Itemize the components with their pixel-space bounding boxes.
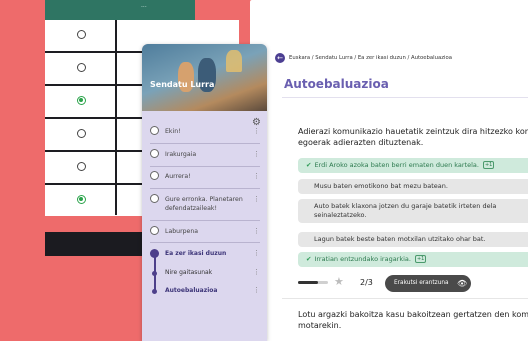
sidebar-item-ea-zer-ikasi-duzun[interactable]: Ea zer ikasi duzun xyxy=(165,250,226,257)
answer-option-text: Musu baten emotikono bat mezu batean. xyxy=(314,182,448,190)
radio-button[interactable] xyxy=(77,96,86,105)
question-1-line1: Adierazi komunikazio hauetatik zeintzuk … xyxy=(298,127,528,136)
radio-button[interactable] xyxy=(77,162,86,171)
page-title: Autoebaluazioa xyxy=(284,77,389,91)
question-2-line1: Lotu argazki bakoitza kasu bakoitzean ge… xyxy=(298,310,528,319)
answer-option-text: Lagun batek beste baten motxilan utzitak… xyxy=(314,235,486,243)
unit-banner-image: Sendatu Lurra xyxy=(142,44,267,111)
status-circle-icon xyxy=(150,171,159,180)
score-text: 2/3 xyxy=(360,278,373,287)
unit-title: Sendatu Lurra xyxy=(150,80,215,89)
show-answer-label: Erakutsi erantzuna xyxy=(394,280,449,286)
score-progress-fill xyxy=(298,281,319,284)
divider xyxy=(150,242,260,243)
answer-option-text: Irratian entzundako iragarkia. xyxy=(314,255,411,263)
more-icon[interactable]: ⋮ xyxy=(253,249,260,257)
question-2: Lotu argazki bakoitza kasu bakoitzean ge… xyxy=(298,309,528,331)
divider xyxy=(150,188,260,189)
active-dot-icon xyxy=(150,249,159,258)
table-header-strip: ... xyxy=(45,0,195,20)
radio-button[interactable] xyxy=(77,129,86,138)
more-icon[interactable]: ⋮ xyxy=(253,268,260,276)
more-icon[interactable]: ⋮ xyxy=(253,127,260,135)
question-2-line2: motarekin. xyxy=(298,321,342,330)
sidebar-subitem-nire-gaitasunak[interactable]: Nire gaitasunak xyxy=(165,269,212,276)
radio-button[interactable] xyxy=(77,63,86,72)
sidebar-item-label: Ekin! xyxy=(165,128,181,135)
more-icon[interactable]: ⋮ xyxy=(253,195,260,203)
question-1-line2: egoerak adierazten dituztenak. xyxy=(298,138,424,147)
points-badge: +1 xyxy=(414,255,427,263)
answer-option-text: Erdi Aroko azoka baten berri ematen duen… xyxy=(314,161,479,169)
sidebar-item-label: Laburpena xyxy=(165,228,199,235)
sidebar-item-label: Gure erronka. Planetaren defendatzaileak… xyxy=(165,196,243,212)
answer-option-4[interactable]: Lagun batek beste baten motxilan utzitak… xyxy=(298,232,528,247)
status-circle-icon xyxy=(150,126,159,135)
column-divider xyxy=(115,20,117,215)
star-icon: ★ xyxy=(334,275,344,288)
step-dot-icon xyxy=(152,271,157,276)
sidebar-active-section: Ea zer ikasi duzun ⋮ Nire gaitasunak ⋮ A… xyxy=(150,249,260,301)
question-1: Adierazi komunikazio hauetatik zeintzuk … xyxy=(298,126,528,148)
answer-option-text-line1: Auto batek klaxona jotzen du garaje bate… xyxy=(314,202,497,210)
answer-option-text-line2: seinaleztatzeko. xyxy=(314,211,367,219)
status-circle-icon xyxy=(150,149,159,158)
answer-option-5[interactable]: ✔ Irratian entzundako iragarkia. +1 xyxy=(298,252,528,267)
divider xyxy=(150,220,260,221)
breadcrumb: Euskara / Sendatu Lurra / Ea zer ikasi d… xyxy=(289,55,452,61)
check-icon: ✔ xyxy=(306,161,312,169)
table-header-text: ... xyxy=(141,2,147,9)
more-icon[interactable]: ⋮ xyxy=(253,172,260,180)
check-icon: ✔ xyxy=(306,255,312,263)
divider xyxy=(150,143,260,144)
radio-button[interactable] xyxy=(77,30,86,39)
sidebar-item-label: Irakurgaia xyxy=(165,151,197,158)
more-icon[interactable]: ⋮ xyxy=(253,150,260,158)
banner-lamp-shape xyxy=(226,50,242,72)
answer-option-2[interactable]: Musu baten emotikono bat mezu batean. xyxy=(298,179,528,194)
step-dot-icon xyxy=(152,289,157,294)
score-progress-bar xyxy=(298,281,328,284)
show-answer-button[interactable]: Erakutsi erantzuna 👁 xyxy=(385,275,471,292)
answer-option-3[interactable]: Auto batek klaxona jotzen du garaje bate… xyxy=(298,199,528,223)
back-arrow-icon[interactable]: ← xyxy=(275,53,285,63)
status-circle-icon xyxy=(150,194,159,203)
divider xyxy=(282,298,528,299)
sidebar-item-label: Aurrera! xyxy=(165,173,191,180)
points-badge: +1 xyxy=(482,161,495,169)
more-icon[interactable]: ⋮ xyxy=(253,286,260,294)
status-circle-icon xyxy=(150,226,159,235)
eye-icon: 👁 xyxy=(457,279,468,288)
more-icon[interactable]: ⋮ xyxy=(253,227,260,235)
sidebar-subitem-autoebaluazioa[interactable]: Autoebaluazioa xyxy=(165,287,217,294)
divider xyxy=(282,97,528,98)
sidebar: Sendatu Lurra ⚙ Ekin! ⋮ Irakurgaia ⋮ Aur… xyxy=(142,44,267,341)
divider xyxy=(150,166,260,167)
radio-button[interactable] xyxy=(77,195,86,204)
answer-option-1[interactable]: ✔ Erdi Aroko azoka baten berri ematen due… xyxy=(298,158,528,173)
